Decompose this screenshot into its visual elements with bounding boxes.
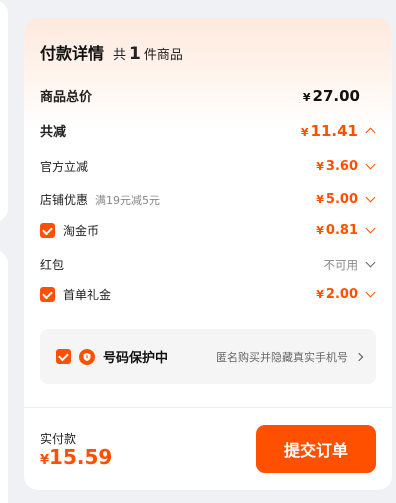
previous-card-edge (0, 0, 8, 222)
divider (24, 407, 392, 408)
submit-order-button[interactable]: 提交订单 (256, 425, 376, 473)
checkbox-checked-icon[interactable] (40, 287, 55, 302)
previous-card-edge-lower (0, 250, 8, 503)
row-taojinbi[interactable]: 淘金币 ¥0.81 (40, 222, 376, 239)
shop-discount-rule: 满19元减5元 (95, 193, 161, 207)
row-first-order-gift[interactable]: 首单礼金 ¥2.00 (40, 286, 376, 303)
taojinbi-value: ¥0.81 (316, 223, 358, 238)
row-goods-total: 商品总价 ¥27.00 (40, 86, 376, 106)
page-title: 付款详情 (40, 44, 105, 63)
item-count: 共 1 件商品 (113, 44, 183, 64)
item-count-suffix: 件商品 (143, 48, 183, 63)
payment-details-header: 付款详情 共 1 件商品 (40, 40, 183, 64)
shop-discount-value: ¥5.00 (316, 192, 358, 207)
chevron-down-icon[interactable] (365, 192, 376, 203)
discount-total-value: ¥11.41 (300, 121, 358, 140)
official-discount-label: 官方立减 (40, 160, 89, 174)
checkbox-checked-icon[interactable] (56, 349, 71, 364)
row-discount-total[interactable]: 共减 ¥11.41 (40, 121, 376, 140)
chevron-up-icon[interactable] (365, 127, 376, 138)
chevron-down-icon[interactable] (365, 287, 376, 298)
official-discount-value: ¥3.60 (316, 159, 358, 174)
chevron-down-icon[interactable] (365, 257, 376, 268)
goods-total-value: ¥27.00 (302, 86, 360, 105)
card-header-gradient (24, 18, 392, 128)
row-official-discount[interactable]: 官方立减 ¥3.60 (40, 158, 376, 175)
chevron-right-icon[interactable] (354, 352, 364, 361)
protection-title: 号码保护中 (103, 351, 169, 366)
shield-icon (79, 348, 95, 365)
discount-total-label: 共减 (40, 125, 67, 140)
item-count-number: 1 (129, 44, 141, 64)
row-red-packet[interactable]: 红包 不可用 (40, 256, 376, 273)
taojinbi-label: 淘金币 (63, 224, 100, 238)
first-order-gift-label: 首单礼金 (63, 288, 112, 302)
payment-details-card: 付款详情 共 1 件商品 商品总价 ¥27.00 共减 ¥11.41 官方立减 ¥3… (24, 18, 392, 490)
red-packet-label: 红包 (40, 258, 65, 272)
chevron-down-icon[interactable] (365, 159, 376, 170)
paid-amount: ¥15.59 (40, 445, 113, 469)
first-order-gift-value: ¥2.00 (316, 287, 358, 302)
goods-total-label: 商品总价 (40, 90, 93, 105)
protection-description: 匿名购买并隐藏真实手机号 (216, 350, 348, 364)
checkbox-checked-icon[interactable] (40, 223, 55, 238)
item-count-prefix: 共 (113, 48, 127, 63)
row-shop-discount[interactable]: 店铺优惠 满19元减5元 ¥5.00 (40, 191, 376, 208)
chevron-down-icon[interactable] (365, 223, 376, 234)
shop-discount-label: 店铺优惠 (40, 193, 89, 207)
red-packet-status: 不可用 (323, 257, 359, 272)
number-protection-box[interactable]: 号码保护中 匿名购买并隐藏真实手机号 (40, 329, 376, 384)
